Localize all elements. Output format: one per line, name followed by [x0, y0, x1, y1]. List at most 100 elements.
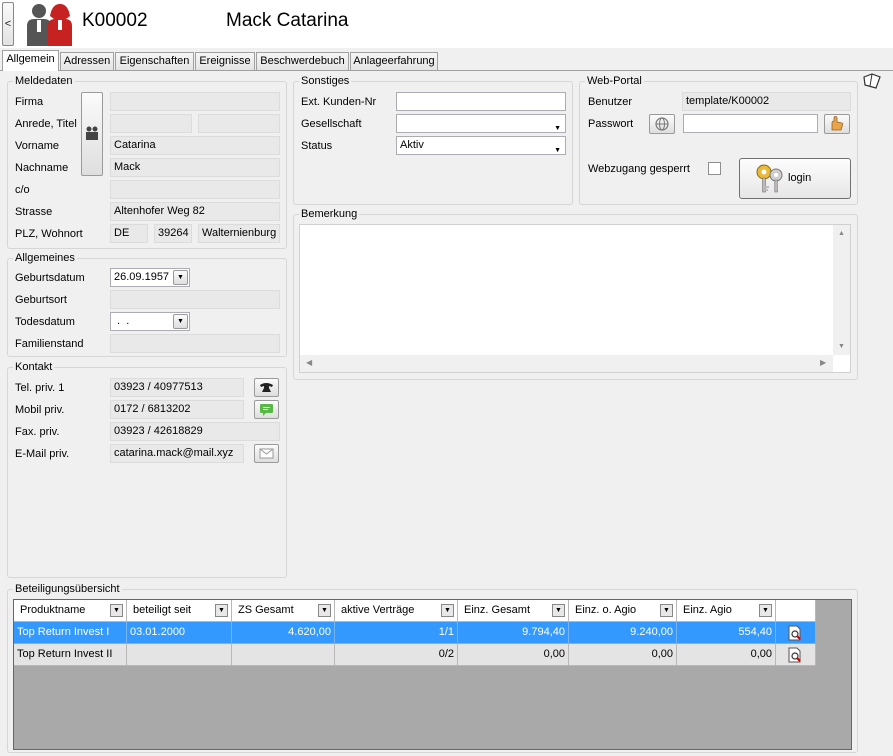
tab-strip-line — [0, 70, 893, 71]
scroll-right-icon[interactable]: ▶ — [820, 358, 826, 367]
cell-beteiligt-seit[interactable]: 03.01.2000 — [127, 622, 232, 644]
col-header-einz-agio[interactable]: Einz. Agio ▼ — [677, 600, 776, 622]
contact-lookup-button[interactable] — [81, 92, 103, 176]
cell-aktive-vertraege[interactable]: 0/2 — [335, 644, 458, 666]
col-header-einz-o-agio[interactable]: Einz. o. Agio ▼ — [569, 600, 677, 622]
filter-dropdown-icon[interactable]: ▼ — [759, 604, 772, 617]
benutzer-label: Benutzer — [588, 96, 633, 108]
tel-field[interactable]: 03923 / 40977513 — [110, 378, 244, 397]
cell-produktname[interactable]: Top Return Invest II — [14, 644, 127, 666]
co-field[interactable] — [110, 180, 280, 199]
cell-einz-gesamt[interactable]: 0,00 — [458, 644, 569, 666]
col-header-produktname[interactable]: Produktname ▼ — [14, 600, 127, 622]
bemerkung-textarea[interactable]: ▲ ▼ ◀ ▶ — [299, 224, 851, 373]
filter-dropdown-icon[interactable]: ▼ — [110, 604, 123, 617]
plz-field[interactable]: 39264 — [154, 224, 192, 243]
cell-einz-o-agio[interactable]: 9.240,00 — [569, 622, 677, 644]
email-label: E-Mail priv. — [15, 448, 70, 460]
col-header-einz-gesamt[interactable]: Einz. Gesamt ▼ — [458, 600, 569, 622]
cell-zs-gesamt[interactable] — [232, 644, 335, 666]
filter-dropdown-icon[interactable]: ▼ — [660, 604, 673, 617]
filter-dropdown-icon[interactable]: ▼ — [441, 604, 454, 617]
webzugang-gesperrt-checkbox[interactable] — [708, 162, 721, 175]
land-field[interactable]: DE — [110, 224, 148, 243]
strasse-field[interactable]: Altenhofer Weg 82 — [110, 202, 280, 221]
geburtsdatum-value: 26.09.1957 — [114, 271, 170, 283]
nachname-field[interactable]: Mack — [110, 158, 280, 177]
gesellschaft-select[interactable]: ▼ — [396, 114, 566, 133]
co-label: c/o — [15, 184, 30, 196]
benutzer-field[interactable]: template/K00002 — [682, 92, 851, 111]
phone-call-button[interactable] — [254, 378, 279, 397]
cell-action[interactable] — [776, 622, 816, 644]
cell-einz-o-agio[interactable]: 0,00 — [569, 644, 677, 666]
vorname-field[interactable]: Catarina — [110, 136, 280, 155]
chevron-down-icon: ▼ — [554, 147, 561, 154]
notebook-icon[interactable] — [862, 72, 882, 90]
tab-allgemein[interactable]: Allgemein — [2, 50, 59, 71]
nachname-label: Nachname — [15, 162, 69, 174]
mobil-field[interactable]: 0172 / 6813202 — [110, 400, 244, 419]
calendar-dropdown-button[interactable]: ▼ — [173, 314, 188, 329]
tab-eigenschaften[interactable]: Eigenschaften — [115, 52, 194, 70]
firma-label: Firma — [15, 96, 44, 108]
tab-beschwerdebuch[interactable]: Beschwerdebuch — [256, 52, 349, 70]
familienstand-label: Familienstand — [15, 338, 84, 350]
webzugang-gesperrt-label: Webzugang gesperrt — [588, 163, 690, 175]
sms-button[interactable] — [254, 400, 279, 419]
tab-adressen[interactable]: Adressen — [60, 52, 114, 70]
titel-field[interactable] — [198, 114, 280, 133]
cell-zs-gesamt[interactable]: 4.620,00 — [232, 622, 335, 644]
col-header-actions — [776, 600, 816, 622]
status-select[interactable]: Aktiv ▼ — [396, 136, 566, 155]
ext-kunden-nr-input[interactable] — [396, 92, 566, 111]
filter-dropdown-icon[interactable]: ▼ — [318, 604, 331, 617]
status-label: Status — [301, 140, 333, 152]
cell-beteiligt-seit[interactable] — [127, 644, 232, 666]
cell-einz-agio[interactable]: 0,00 — [677, 644, 776, 666]
col-header-zs-gesamt[interactable]: ZS Gesamt ▼ — [232, 600, 335, 622]
fax-field[interactable]: 03923 / 42618829 — [110, 422, 280, 441]
cell-produktname[interactable]: Top Return Invest I — [14, 622, 127, 644]
login-button[interactable]: login — [739, 158, 851, 199]
passwort-input[interactable] — [683, 114, 818, 133]
geburtsdatum-picker[interactable]: 26.09.1957 ▼ — [110, 268, 190, 287]
cell-einz-agio[interactable]: 554,40 — [677, 622, 776, 644]
cell-einz-gesamt[interactable]: 9.794,40 — [458, 622, 569, 644]
calendar-dropdown-button[interactable]: ▼ — [173, 270, 188, 285]
mobil-label: Mobil priv. — [15, 404, 65, 416]
vertical-scrollbar[interactable]: ▲ ▼ — [833, 225, 850, 355]
kontakt-group — [7, 367, 287, 578]
customer-avatar-icon — [24, 2, 76, 46]
login-button-label: login — [788, 172, 812, 184]
copy-password-button[interactable] — [824, 114, 850, 134]
filter-dropdown-icon[interactable]: ▼ — [552, 604, 565, 617]
email-field[interactable]: catarina.mack@mail.xyz — [110, 444, 244, 463]
filter-dropdown-icon[interactable]: ▼ — [215, 604, 228, 617]
sonstiges-title: Sonstiges — [299, 75, 352, 88]
scroll-left-icon[interactable]: ◀ — [306, 358, 312, 367]
send-email-button[interactable] — [254, 444, 279, 463]
todesdatum-picker[interactable]: . . ▼ — [110, 312, 190, 331]
scroll-down-icon[interactable]: ▼ — [838, 343, 845, 350]
ext-kunden-nr-label: Ext. Kunden-Nr — [301, 96, 377, 108]
firma-field[interactable] — [110, 92, 280, 111]
tab-anlageerfahrung[interactable]: Anlageerfahrung — [350, 52, 438, 70]
generate-password-button[interactable] — [649, 114, 675, 134]
chevron-down-icon: ▼ — [554, 125, 561, 132]
geburtsort-field[interactable] — [110, 290, 280, 309]
col-header-aktive-vertraege[interactable]: aktive Verträge ▼ — [335, 600, 458, 622]
todesdatum-value: . . — [114, 315, 130, 327]
cell-action[interactable] — [776, 644, 816, 666]
familienstand-field[interactable] — [110, 334, 280, 353]
horizontal-scrollbar[interactable]: ◀ ▶ — [300, 355, 833, 372]
bemerkung-title: Bemerkung — [299, 208, 360, 221]
anrede-field[interactable] — [110, 114, 192, 133]
collapse-button[interactable]: < — [2, 2, 14, 46]
scroll-up-icon[interactable]: ▲ — [838, 230, 845, 237]
ort-field[interactable]: Walternienburg — [198, 224, 280, 243]
col-header-beteiligt-seit[interactable]: beteiligt seit ▼ — [127, 600, 232, 622]
keys-icon — [756, 164, 783, 193]
tab-ereignisse[interactable]: Ereignisse — [195, 52, 255, 70]
cell-aktive-vertraege[interactable]: 1/1 — [335, 622, 458, 644]
